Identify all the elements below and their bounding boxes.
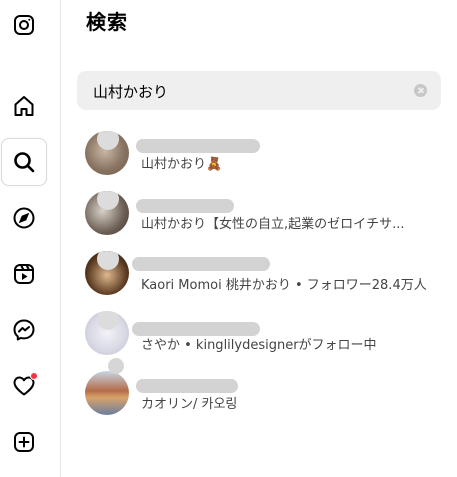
clear-search-icon[interactable] [414, 84, 427, 97]
search-result-item[interactable]: カオリン/ 카오링 [80, 358, 450, 425]
avatar [85, 131, 129, 175]
instagram-logo-icon[interactable] [0, 1, 48, 49]
avatar [85, 371, 129, 415]
search-result-item[interactable]: Kaori Momoi 桃井かおり • フォロワー28.4万人 [80, 249, 450, 305]
messenger-icon[interactable] [0, 306, 48, 354]
redacted-username [136, 139, 260, 153]
avatar [85, 191, 129, 235]
result-subtitle: カオリン/ 카오링 [141, 397, 238, 412]
create-plus-icon[interactable] [0, 418, 48, 466]
explore-compass-icon[interactable] [0, 194, 48, 242]
avatar [85, 311, 129, 355]
search-result-item[interactable]: 山村かおり【女性の自立,起業のゼロイチサ... [80, 189, 450, 245]
search-input[interactable]: 山村かおり [77, 71, 441, 110]
result-subtitle: Kaori Momoi 桃井かおり • フォロワー28.4万人 [141, 278, 427, 293]
home-icon[interactable] [0, 82, 48, 130]
notification-dot [30, 372, 38, 380]
reels-icon[interactable] [0, 250, 48, 298]
result-subtitle: さやか • kinglilydesignerがフォロー中 [141, 338, 377, 353]
search-panel-title: 検索 [86, 10, 128, 34]
redacted-mark [108, 358, 124, 374]
redacted-username [136, 199, 234, 213]
sidebar-nav [0, 0, 61, 477]
result-subtitle: 山村かおり🧸 [141, 157, 223, 172]
avatar [85, 251, 129, 295]
search-result-item[interactable]: 山村かおり🧸 [80, 129, 450, 185]
heart-icon[interactable] [0, 362, 48, 410]
result-subtitle: 山村かおり【女性の自立,起業のゼロイチサ... [141, 217, 405, 232]
search-query-text: 山村かおり [93, 83, 169, 101]
search-icon[interactable] [1, 138, 47, 186]
redacted-username [136, 379, 238, 393]
redacted-username [132, 257, 270, 271]
search-result-item[interactable]: さやか • kinglilydesignerがフォロー中 [80, 309, 450, 365]
